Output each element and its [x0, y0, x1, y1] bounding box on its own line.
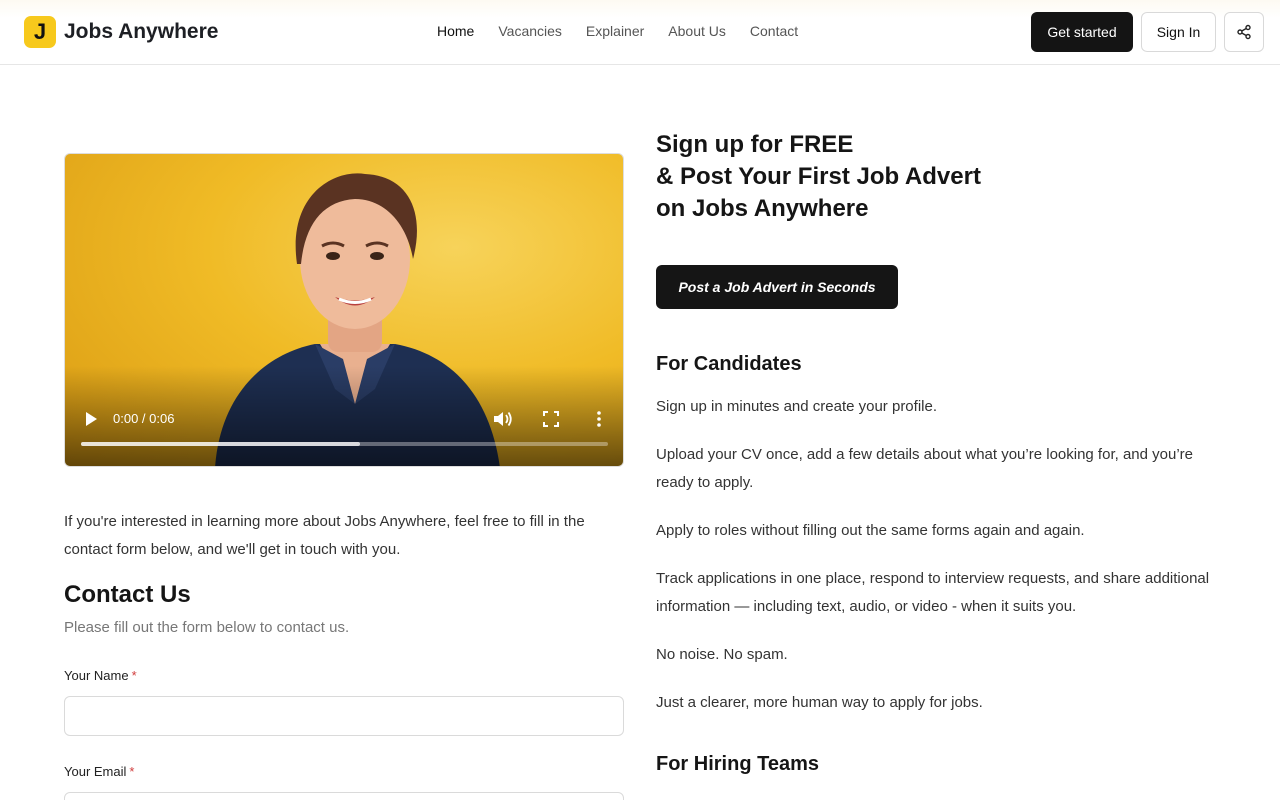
email-label-text: Your Email [64, 764, 127, 779]
main-nav: Home Vacancies Explainer About Us Contac… [437, 23, 822, 39]
headline-line-1: Sign up for FREE [656, 131, 854, 158]
contact-title: Contact Us [64, 581, 191, 608]
volume-icon[interactable] [493, 410, 513, 428]
signup-headline: Sign up for FREE & Post Your First Job A… [656, 129, 981, 225]
share-button[interactable] [1224, 12, 1264, 52]
brand-name: Jobs Anywhere [64, 20, 219, 43]
contact-intro: If you're interested in learning more ab… [64, 513, 585, 558]
name-field[interactable] [64, 696, 624, 736]
nav-explainer[interactable]: Explainer [586, 23, 644, 39]
play-icon[interactable] [83, 410, 99, 428]
video-progress-fill [81, 442, 361, 446]
fullscreen-icon[interactable] [543, 411, 559, 427]
required-marker: * [131, 668, 137, 683]
more-options-icon[interactable] [594, 410, 604, 428]
candidates-paragraph: Upload your CV once, add a few details a… [656, 446, 1193, 491]
video-player[interactable]: 0:00 / 0:06 [64, 153, 624, 467]
email-label: Your Email * [64, 764, 134, 779]
nav-contact[interactable]: Contact [750, 23, 798, 39]
brand[interactable]: J Jobs Anywhere [24, 16, 218, 48]
nav-about-us[interactable]: About Us [668, 23, 726, 39]
candidates-paragraph: Sign up in minutes and create your profi… [656, 398, 937, 415]
contact-subtitle: Please fill out the form below to contac… [64, 619, 350, 636]
post-job-button[interactable]: Post a Job Advert in Seconds [656, 265, 898, 309]
nav-vacancies[interactable]: Vacancies [498, 23, 562, 39]
logo: J [24, 16, 56, 48]
candidates-paragraph: Apply to roles without filling out the s… [656, 522, 1085, 539]
hiring-teams-title: For Hiring Teams [656, 753, 819, 775]
headline-line-2: & Post Your First Job Advert [656, 163, 981, 190]
nav-home[interactable]: Home [437, 23, 474, 39]
video-progress-bar[interactable] [81, 442, 608, 446]
candidates-paragraph: Just a clearer, more human way to apply … [656, 694, 983, 711]
site-header: J Jobs Anywhere Home Vacancies Explainer… [0, 0, 1280, 65]
candidates-title: For Candidates [656, 353, 802, 375]
email-field[interactable] [64, 792, 624, 800]
video-time: 0:00 / 0:06 [113, 411, 175, 426]
name-label: Your Name * [64, 668, 137, 683]
share-icon [1237, 24, 1251, 40]
headline-line-3: on Jobs Anywhere [656, 195, 869, 222]
candidates-paragraph: No noise. No spam. [656, 646, 788, 663]
candidates-paragraph: Track applications in one place, respond… [656, 570, 1210, 615]
get-started-button[interactable]: Get started [1031, 12, 1133, 52]
sign-in-button[interactable]: Sign In [1141, 12, 1216, 52]
name-label-text: Your Name [64, 668, 129, 683]
required-marker: * [129, 764, 135, 779]
